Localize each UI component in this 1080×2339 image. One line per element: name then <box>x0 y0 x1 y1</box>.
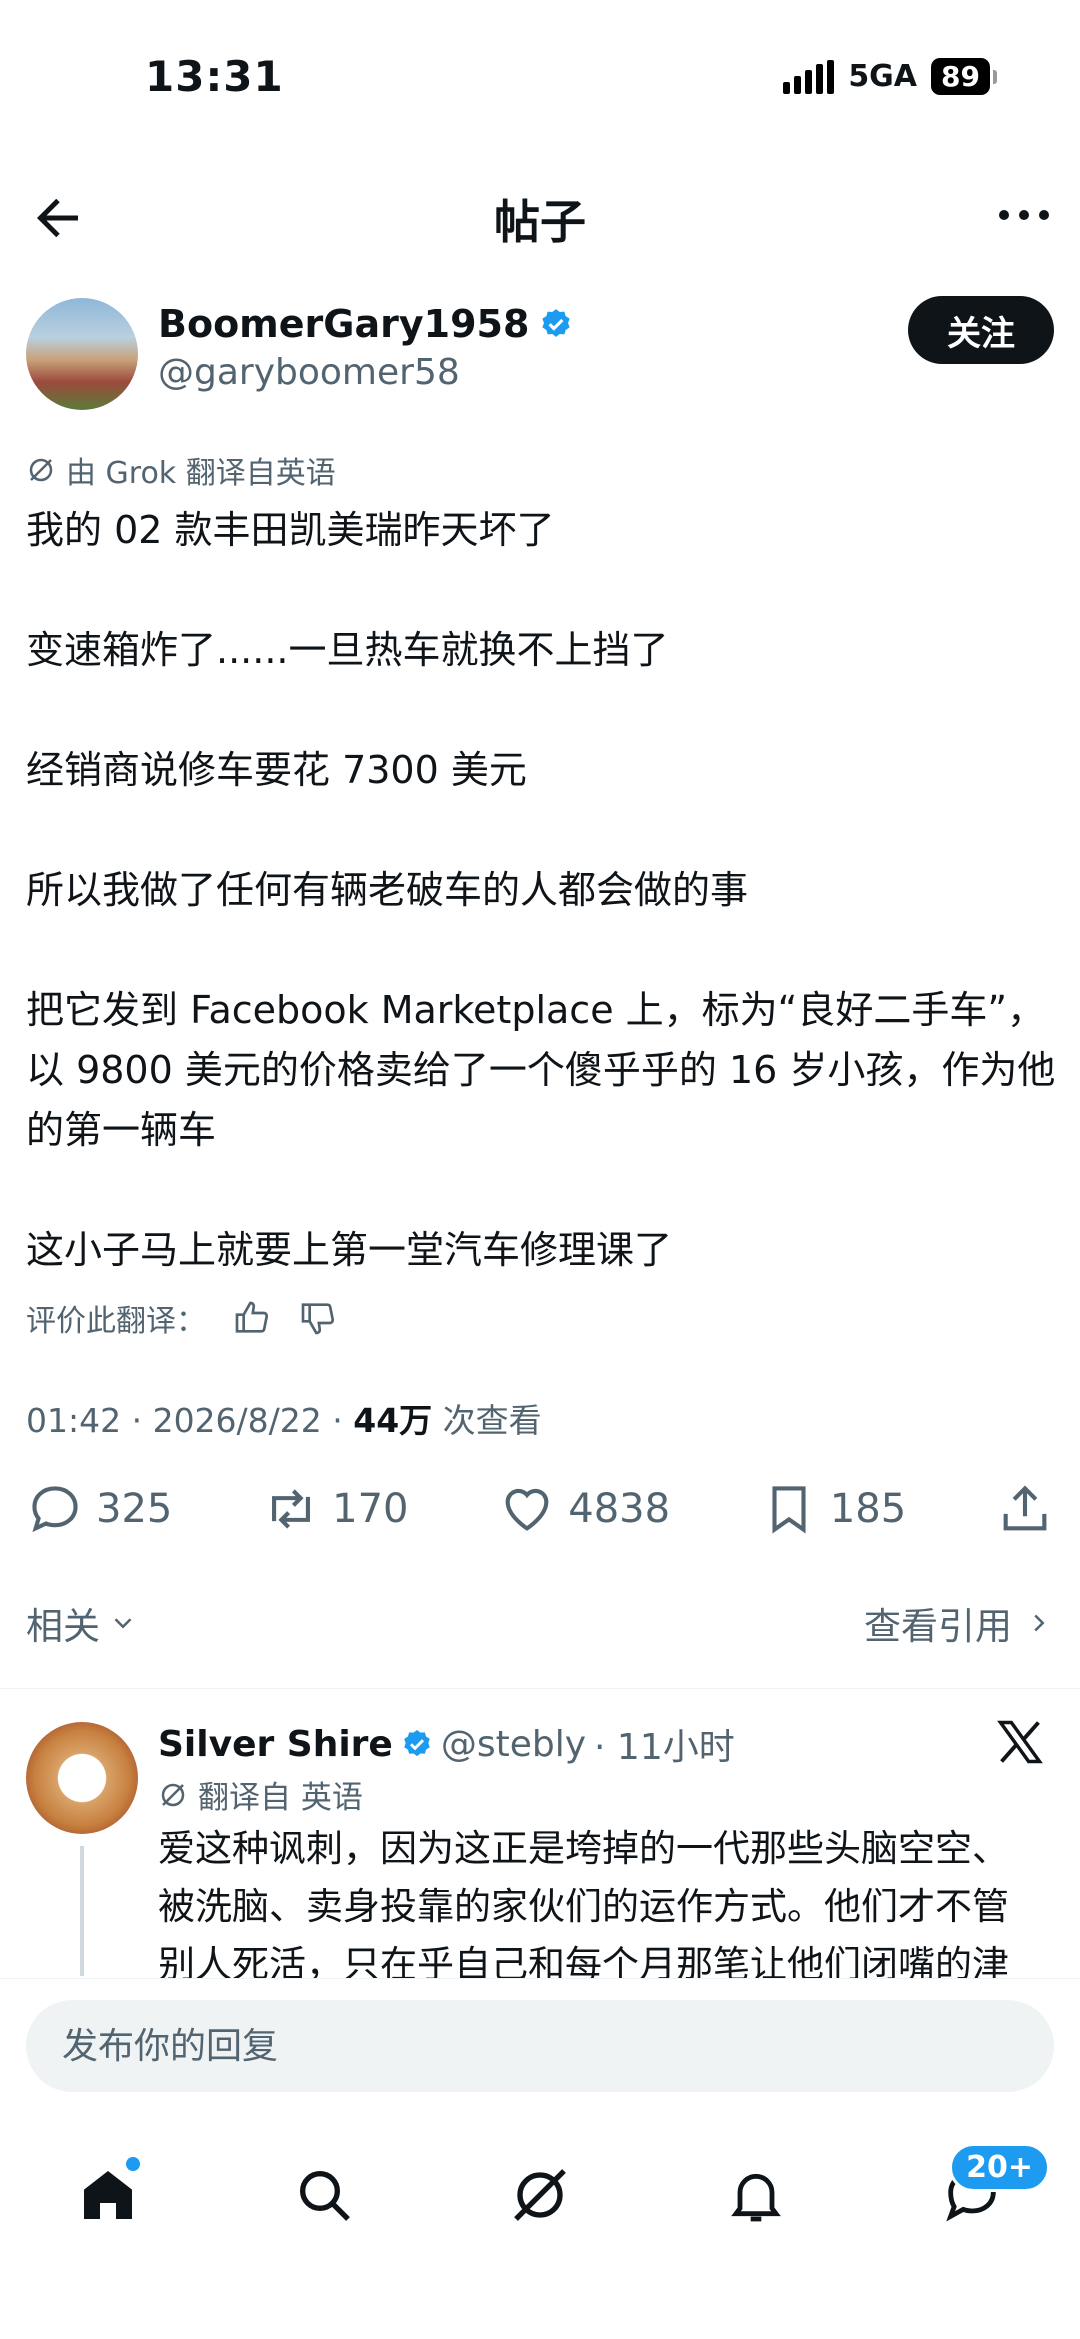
bookmark-action[interactable]: 185 <box>760 1480 906 1538</box>
back-arrow-icon[interactable] <box>28 188 88 248</box>
action-bar: 325 170 4838 185 <box>26 1480 1054 1538</box>
post-paragraph: 经销商说修车要花 7300 美元 <box>26 748 527 792</box>
messages-badge: 20+ <box>949 2143 1050 2192</box>
verified-badge-icon <box>542 309 570 337</box>
translation-note: 由 Grok 翻译自英语 <box>26 448 336 492</box>
reply-avatar[interactable] <box>26 1722 138 1834</box>
reply-translation-text: 翻译自 英语 <box>198 1780 363 1816</box>
repost-count: 170 <box>332 1486 409 1532</box>
home-icon <box>84 2171 132 2219</box>
verified-badge-icon <box>404 1730 430 1757</box>
reply-display-name[interactable]: Silver Shire <box>158 1724 393 1765</box>
bell-icon <box>731 2173 781 2222</box>
x-logo-icon <box>997 1720 1043 1764</box>
status-time: 13:31 <box>145 52 284 101</box>
thumbs-down-icon[interactable] <box>298 1298 338 1338</box>
nav-messages[interactable]: 20+ <box>932 2143 1050 2235</box>
follow-button[interactable]: 关注 <box>908 296 1054 364</box>
author-display-name[interactable]: BoomerGary1958 <box>158 302 529 346</box>
author-name-row[interactable]: BoomerGary1958 <box>158 302 573 346</box>
post-paragraph: 所以我做了任何有辆老破车的人都会做的事 <box>26 868 749 912</box>
notification-dot <box>126 2157 140 2171</box>
like-count: 4838 <box>568 1486 671 1532</box>
reply-header: Silver Shire @stebly · 11小时 <box>158 1718 735 1770</box>
view-quotes-link[interactable]: 查看引用 <box>864 1596 1054 1650</box>
divider <box>0 1688 1080 1689</box>
repost-action[interactable]: 170 <box>262 1480 409 1538</box>
post-paragraph: 这小子马上就要上第一堂汽车修理课了 <box>26 1228 673 1272</box>
reply-time: · 11小时 <box>594 1727 735 1768</box>
share-action[interactable] <box>996 1480 1054 1538</box>
heart-icon <box>505 1488 549 1531</box>
post-paragraph: 变速箱炸了......一旦热车就换不上挡了 <box>26 628 669 672</box>
nav-notifications[interactable] <box>716 2155 796 2235</box>
rate-translation-label: 评价此翻译： <box>26 1304 206 1339</box>
chevron-right-icon <box>1034 1614 1045 1632</box>
reply-handle[interactable]: @stebly <box>441 1724 586 1765</box>
grok-icon <box>29 458 53 482</box>
post-timestamp: 01:42 · 2026/8/22 · <box>26 1401 354 1440</box>
nav-grok[interactable] <box>500 2155 580 2235</box>
rate-translation: 评价此翻译： <box>26 1296 338 1340</box>
reply-count: 325 <box>96 1486 173 1532</box>
post-paragraph: 我的 02 款丰田凯美瑞昨天坏了 <box>26 508 555 552</box>
view-count-label: 次查看 <box>432 1401 542 1440</box>
more-options-icon[interactable] <box>994 200 1054 230</box>
battery-icon: 89 <box>931 58 997 95</box>
search-icon <box>300 2171 350 2221</box>
status-indicators: 5GA 89 <box>783 58 997 95</box>
reply-text: 爱这种讽刺，因为这正是垮掉的一代那些头脑空空、被洗脑、卖身投靠的家伙们的运作方式… <box>158 1827 1009 1980</box>
bookmark-icon <box>772 1486 806 1534</box>
reply-action[interactable]: 325 <box>26 1480 172 1538</box>
reply-translation-note: 翻译自 英语 <box>158 1772 363 1817</box>
related-dropdown[interactable]: 相关 <box>26 1596 138 1650</box>
grok-icon <box>514 2169 566 2221</box>
repost-icon <box>272 1489 311 1529</box>
nav-home[interactable] <box>68 2155 148 2235</box>
author-avatar[interactable] <box>26 298 138 410</box>
related-label: 相关 <box>26 1605 100 1648</box>
signal-icon <box>783 59 835 94</box>
like-action[interactable]: 4838 <box>498 1480 670 1538</box>
page-title: 帖子 <box>494 195 586 249</box>
post-body: 我的 02 款丰田凯美瑞昨天坏了 变速箱炸了......一旦热车就换不上挡了 经… <box>26 500 1056 1280</box>
nav-search[interactable] <box>284 2155 364 2235</box>
reply-icon <box>32 1486 78 1533</box>
share-icon <box>1003 1485 1047 1531</box>
post-meta: 01:42 · 2026/8/22 · 44万 次查看 <box>26 1394 542 1442</box>
reply-composer[interactable] <box>26 2000 1054 2092</box>
bookmark-count: 185 <box>829 1486 907 1532</box>
view-quotes-label: 查看引用 <box>864 1605 1012 1648</box>
author-handle[interactable]: @garyboomer58 <box>158 352 460 393</box>
network-type: 5GA <box>848 59 918 94</box>
view-count: 44万 <box>353 1401 433 1440</box>
reply-input[interactable] <box>26 2000 1054 2092</box>
grok-icon <box>161 1783 185 1806</box>
chevron-down-icon <box>114 1618 132 1629</box>
bottom-nav: 20+ <box>0 2140 1080 2250</box>
thread-line <box>80 1846 84 1976</box>
translation-note-text: 由 Grok 翻译自英语 <box>66 456 336 491</box>
thumbs-up-icon[interactable] <box>232 1298 272 1338</box>
post-paragraph: 把它发到 Facebook Marketplace 上，标为“良好二手车”，以 … <box>26 988 1056 1152</box>
